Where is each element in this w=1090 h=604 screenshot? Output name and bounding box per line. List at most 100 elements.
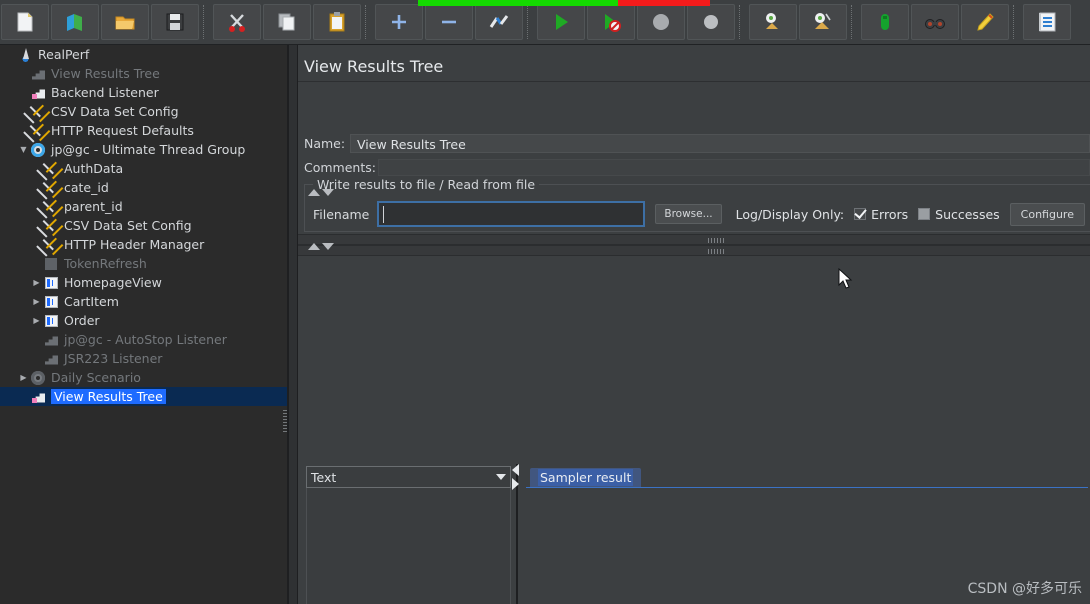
tree-item-label: RealPerf	[38, 47, 90, 62]
tree-item-label: AuthData	[64, 161, 124, 176]
tree-item[interactable]: ▶ Daily Scenario	[0, 368, 287, 387]
tree-item[interactable]: Backend Listener	[0, 83, 287, 102]
comments-input[interactable]	[378, 159, 1090, 176]
tree-item[interactable]: CSV Data Set Config	[0, 216, 287, 235]
test-plan-tree[interactable]: RealPerf View Results Tree Backend Listene…	[0, 45, 288, 604]
twisty-collapsed-icon[interactable]: ▶	[17, 368, 30, 387]
paste-button[interactable]	[313, 4, 361, 40]
title-divider	[298, 81, 1090, 82]
clear-all-broom-icon	[815, 13, 831, 29]
reset-search-button[interactable]	[911, 4, 959, 40]
tree-item[interactable]: ▶ Order	[0, 311, 287, 330]
toolbar-separator	[739, 5, 745, 39]
horizontal-splitter-grip-2[interactable]	[708, 249, 724, 254]
tree-item[interactable]: JSR223 Listener	[0, 349, 287, 368]
tree-item[interactable]: ▶ CartItem	[0, 292, 287, 311]
play-no-pause-icon	[605, 14, 621, 32]
shutdown-button[interactable]	[687, 4, 735, 40]
tree-item[interactable]: ▶ HomepageView	[0, 273, 287, 292]
collapse-all-button[interactable]	[425, 4, 473, 40]
copy-button[interactable]	[263, 4, 311, 40]
csv-config-icon	[30, 104, 47, 120]
log-viewer-button[interactable]	[1023, 4, 1071, 40]
tree-item[interactable]: TokenRefresh	[0, 254, 287, 273]
splitter-left-arrow-icon[interactable]	[512, 464, 519, 476]
twisty-expanded-icon[interactable]: ▼	[17, 140, 30, 159]
renderer-selected-value: Text	[311, 469, 337, 485]
run-progress-bar	[418, 0, 710, 6]
templates-icon	[67, 14, 82, 31]
tree-item-label: Backend Listener	[51, 85, 159, 100]
twisty-collapsed-icon[interactable]: ▶	[30, 273, 43, 292]
tree-item-label: jp@gc - Ultimate Thread Group	[51, 142, 246, 157]
function-helper-button[interactable]	[961, 4, 1009, 40]
templates-button[interactable]	[51, 4, 99, 40]
csv-config-icon	[43, 161, 60, 177]
horizontal-splitter-bottom[interactable]	[298, 245, 1090, 256]
name-row: Name: View Results Tree	[304, 134, 1090, 153]
clear-broom-icon	[766, 13, 778, 29]
tree-item[interactable]: HTTP Request Defaults	[0, 121, 287, 140]
save-disk-icon	[166, 13, 184, 31]
tree-item-label: parent_id	[64, 199, 123, 214]
search-tree-button[interactable]	[861, 4, 909, 40]
run-progress-red	[618, 0, 710, 6]
tree-item[interactable]: HTTP Header Manager	[0, 235, 287, 254]
scissors-icon	[229, 14, 245, 32]
toolbar-separator	[203, 5, 209, 39]
tree-item-label: HomepageView	[64, 275, 162, 290]
tree-item[interactable]: jp@gc - AutoStop Listener	[0, 330, 287, 349]
renderer-dropdown[interactable]: Text	[306, 466, 511, 488]
collapse-down-arrow-icon-2[interactable]	[322, 243, 334, 250]
page-title: View Results Tree	[304, 57, 444, 76]
name-input[interactable]: View Results Tree	[350, 134, 1090, 153]
save-button[interactable]	[151, 4, 199, 40]
tree-item-label: Daily Scenario	[51, 370, 141, 385]
expand-all-button[interactable]	[375, 4, 423, 40]
cut-button[interactable]	[213, 4, 261, 40]
collapse-up-arrow-icon-2[interactable]	[308, 243, 320, 250]
splitter-collapse-arrows-top[interactable]	[308, 189, 334, 196]
splitter-right-arrow-icon[interactable]	[512, 478, 519, 490]
new-test-plan-button[interactable]	[1, 4, 49, 40]
result-tabstrip: Sampler result	[526, 466, 1088, 488]
transaction-icon	[43, 294, 60, 310]
tree-item-label: CartItem	[64, 294, 119, 309]
clear-all-button[interactable]	[799, 4, 847, 40]
chevron-down-icon[interactable]	[496, 474, 506, 480]
results-viewer: Text Sampler result	[298, 256, 1090, 604]
open-button[interactable]	[101, 4, 149, 40]
tree-item[interactable]: CSV Data Set Config	[0, 102, 287, 121]
vertical-splitter[interactable]	[288, 45, 298, 604]
tree-item[interactable]: RealPerf	[0, 45, 287, 64]
toggle-button[interactable]	[475, 4, 523, 40]
tree-item-label: JSR223 Listener	[64, 351, 163, 366]
start-button[interactable]	[537, 4, 585, 40]
twisty-collapsed-icon[interactable]: ▶	[30, 292, 43, 311]
minus-icon	[442, 20, 456, 24]
tree-item[interactable]: cate_id	[0, 178, 287, 197]
tree-item[interactable]: ▼ jp@gc - Ultimate Thread Group	[0, 140, 287, 159]
mouse-cursor	[838, 268, 853, 289]
tree-item[interactable]: View Results Tree	[0, 387, 287, 406]
tree-item[interactable]: parent_id	[0, 197, 287, 216]
tree-item[interactable]: AuthData	[0, 159, 287, 178]
clear-button[interactable]	[749, 4, 797, 40]
tree-item[interactable]: View Results Tree	[0, 64, 287, 83]
search-section: Search: Case sensitive Regular exp. Sear…	[298, 190, 1090, 248]
watermark: CSDN @好多可乐	[967, 581, 1082, 597]
csv-config-icon	[43, 218, 60, 234]
collapse-down-arrow-icon[interactable]	[322, 189, 334, 196]
play-green-icon	[556, 14, 568, 30]
results-tree-list[interactable]	[306, 488, 511, 604]
result-splitter[interactable]	[512, 464, 524, 604]
stop-button[interactable]	[637, 4, 685, 40]
toolbar-separator	[851, 5, 857, 39]
start-no-pauses-button[interactable]	[587, 4, 635, 40]
tab-sampler-result[interactable]: Sampler result	[530, 468, 642, 487]
tree-item-label: TokenRefresh	[64, 256, 147, 271]
twisty-collapsed-icon[interactable]: ▶	[30, 311, 43, 330]
collapse-up-arrow-icon[interactable]	[308, 189, 320, 196]
splitter-collapse-arrows-bottom[interactable]	[308, 243, 334, 250]
transaction-icon	[43, 275, 60, 291]
